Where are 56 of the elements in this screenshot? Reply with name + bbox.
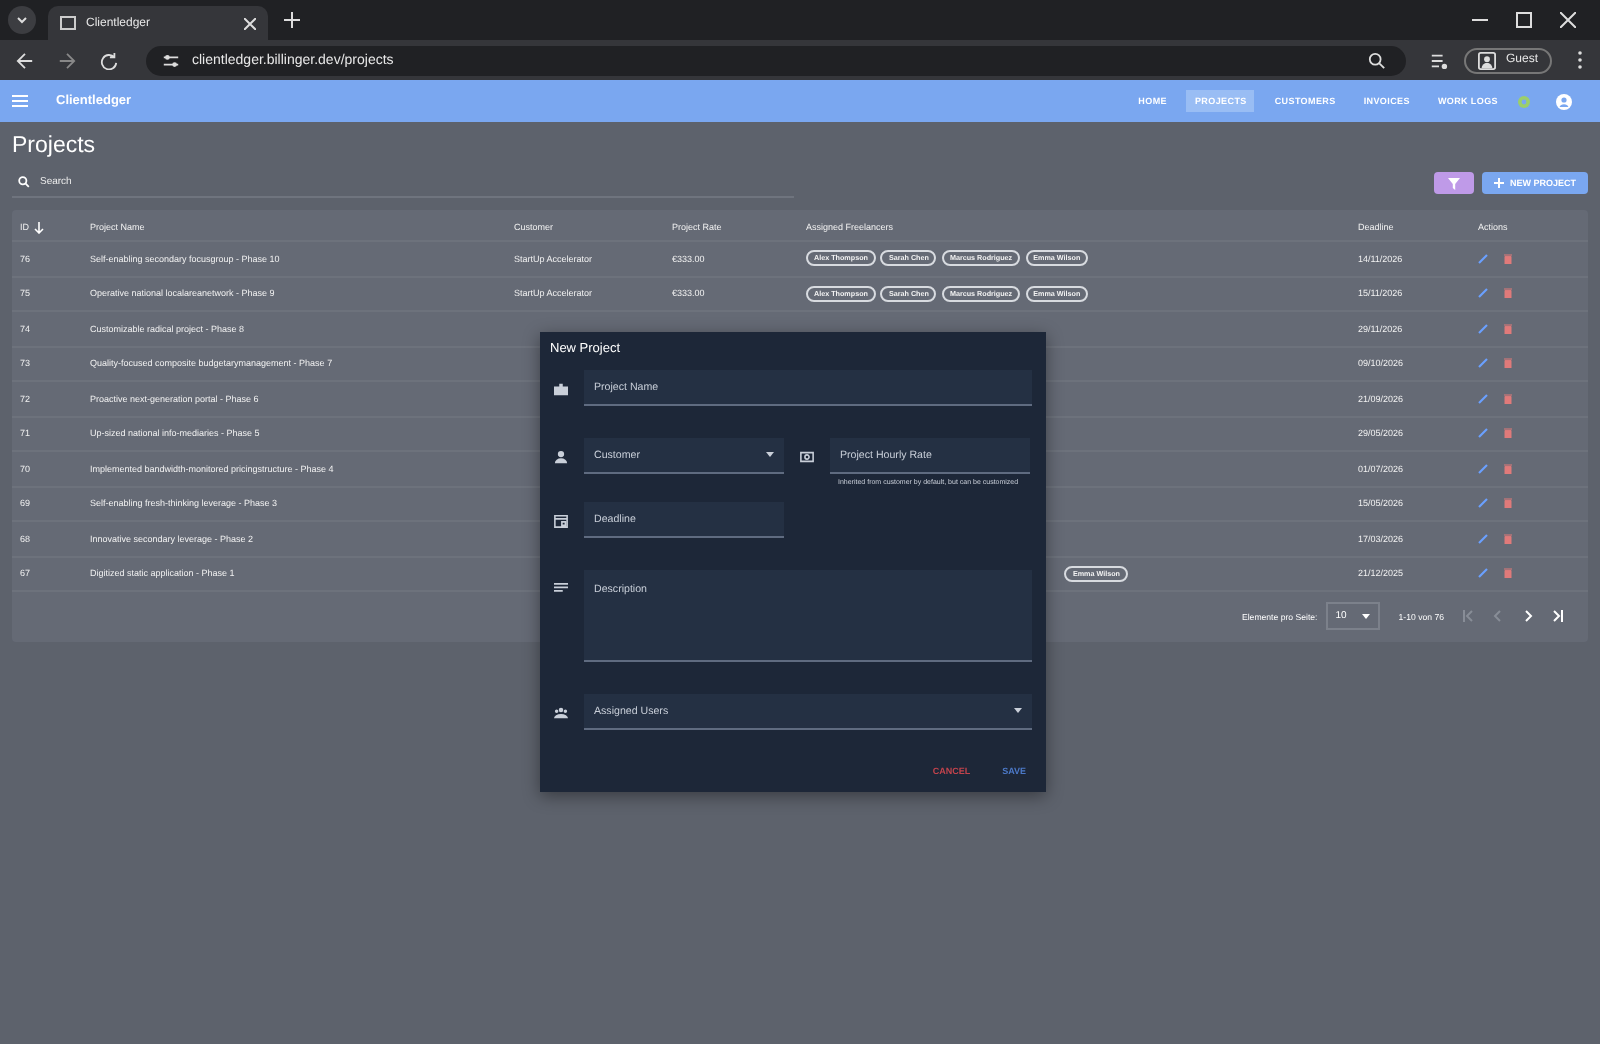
- zoom-icon[interactable]: [1367, 51, 1386, 69]
- delete-icon[interactable]: [1504, 288, 1512, 299]
- person-icon: [554, 450, 568, 464]
- search-icon: [18, 176, 30, 188]
- edit-icon[interactable]: [1478, 463, 1488, 474]
- previous-page-icon[interactable]: [1492, 610, 1504, 622]
- calendar-icon: [554, 514, 568, 528]
- caret-icon: [1362, 613, 1371, 619]
- account-icon[interactable]: [1556, 93, 1572, 109]
- filter-button[interactable]: [1433, 172, 1474, 194]
- edit-icon[interactable]: [1478, 533, 1488, 544]
- site-settings-icon[interactable]: [162, 51, 180, 69]
- menu-icon[interactable]: [12, 94, 28, 108]
- more-icon[interactable]: [1576, 50, 1584, 70]
- next-page-icon[interactable]: [1522, 610, 1534, 622]
- plus-icon: [1493, 178, 1504, 188]
- edit-icon[interactable]: [1478, 253, 1488, 264]
- close-tab-icon[interactable]: [244, 17, 256, 29]
- delete-icon[interactable]: [1504, 358, 1512, 369]
- gear-icon[interactable]: [1516, 93, 1532, 109]
- caret-icon: [1014, 708, 1022, 714]
- first-page-icon[interactable]: [1462, 610, 1474, 622]
- delete-icon[interactable]: [1504, 568, 1512, 579]
- caret-icon: [766, 452, 774, 458]
- group-icon: [554, 706, 568, 720]
- edit-icon[interactable]: [1478, 288, 1488, 299]
- last-page-icon[interactable]: [1552, 610, 1564, 622]
- delete-icon[interactable]: [1504, 498, 1512, 509]
- new-tab-icon[interactable]: [284, 12, 300, 28]
- filter-icon: [1447, 177, 1460, 189]
- edit-icon[interactable]: [1478, 393, 1488, 404]
- delete-icon[interactable]: [1504, 463, 1512, 474]
- reload-icon[interactable]: [100, 51, 118, 69]
- close-icon[interactable]: [1560, 12, 1576, 28]
- maximize-icon[interactable]: [1516, 12, 1532, 28]
- tab-list-icon[interactable]: [8, 6, 36, 34]
- edit-icon[interactable]: [1478, 568, 1488, 579]
- forward-icon[interactable]: [58, 51, 76, 69]
- notes-icon: [554, 582, 568, 596]
- person-icon: [1477, 51, 1496, 69]
- media-icon[interactable]: [1429, 51, 1448, 69]
- edit-icon[interactable]: [1478, 323, 1488, 334]
- delete-icon[interactable]: [1504, 533, 1512, 544]
- app-favicon-icon: [60, 15, 76, 31]
- back-icon[interactable]: [16, 51, 34, 69]
- edit-icon[interactable]: [1478, 498, 1488, 509]
- delete-icon[interactable]: [1504, 393, 1512, 404]
- delete-icon[interactable]: [1504, 253, 1512, 264]
- sort-down-icon[interactable]: [33, 221, 43, 233]
- banknote-icon: [800, 450, 814, 464]
- briefcase-icon: [554, 382, 568, 396]
- page-title: Projects: [12, 132, 98, 160]
- edit-icon[interactable]: [1478, 358, 1488, 369]
- delete-icon[interactable]: [1504, 323, 1512, 334]
- delete-icon[interactable]: [1504, 428, 1512, 439]
- edit-icon[interactable]: [1478, 428, 1488, 439]
